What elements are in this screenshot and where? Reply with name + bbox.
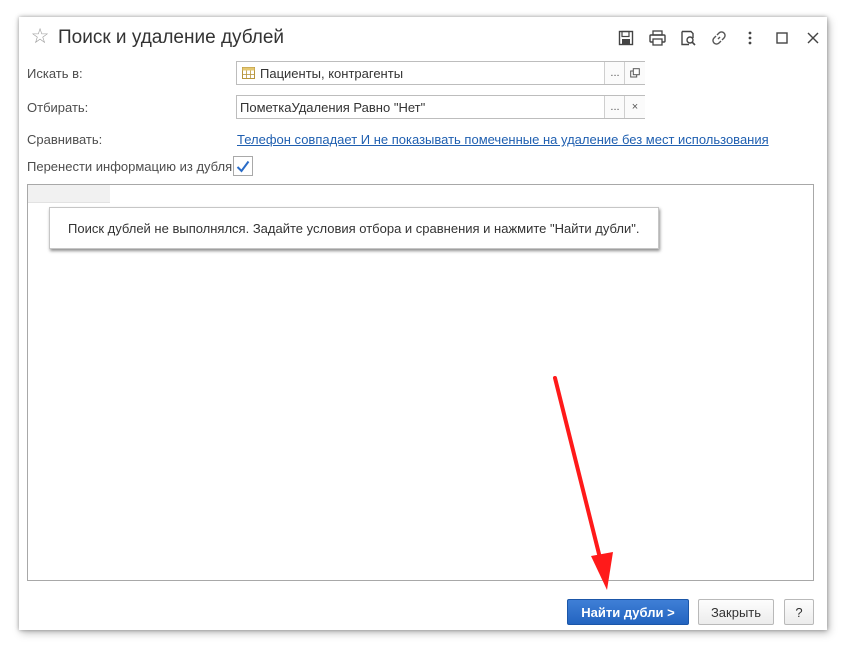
- checkmark-icon: [236, 160, 250, 173]
- link-icon[interactable]: [709, 28, 729, 48]
- results-panel-header: [28, 185, 110, 203]
- search-in-label: Искать в:: [27, 66, 83, 81]
- filter-value: ПометкаУдаления Равно "Нет": [240, 100, 426, 115]
- search-in-select-button[interactable]: ...: [604, 62, 625, 84]
- star-icon[interactable]: ☆: [29, 26, 51, 48]
- search-in-field[interactable]: Пациенты, контрагенты ...: [236, 61, 645, 85]
- info-message-text: Поиск дублей не выполнялся. Задайте усло…: [68, 221, 640, 236]
- more-icon[interactable]: [740, 28, 760, 48]
- window-title: Поиск и удаление дублей: [58, 27, 285, 48]
- transfer-info-checkbox[interactable]: [233, 156, 253, 176]
- maximize-icon[interactable]: [772, 28, 792, 48]
- info-message: Поиск дублей не выполнялся. Задайте усло…: [49, 207, 659, 249]
- close-button[interactable]: Закрыть: [698, 599, 774, 625]
- transfer-info-label: Перенести информацию из дубля:: [27, 159, 236, 174]
- clear-icon[interactable]: ×: [624, 96, 645, 118]
- find-duplicates-button[interactable]: Найти дубли >: [567, 599, 689, 625]
- compare-label: Сравнивать:: [27, 132, 103, 147]
- open-icon[interactable]: [624, 62, 645, 84]
- results-panel[interactable]: Поиск дублей не выполнялся. Задайте усло…: [27, 184, 814, 581]
- filter-field[interactable]: ПометкаУдаления Равно "Нет" ... ×: [236, 95, 645, 119]
- filter-select-button[interactable]: ...: [604, 96, 625, 118]
- save-icon[interactable]: [616, 28, 636, 48]
- dialog-window: ☆ Поиск и удаление дублей Искать в: Паци…: [19, 17, 827, 630]
- help-button[interactable]: ?: [784, 599, 814, 625]
- close-icon[interactable]: [803, 28, 823, 48]
- compare-conditions-link[interactable]: Телефон совпадает И не показывать помече…: [237, 132, 769, 147]
- title-bar: ☆ Поиск и удаление дублей: [19, 17, 827, 59]
- table-icon: [242, 67, 255, 82]
- print-icon[interactable]: [647, 28, 667, 48]
- filter-label: Отбирать:: [27, 100, 89, 115]
- search-in-value: Пациенты, контрагенты: [260, 66, 404, 81]
- preview-icon[interactable]: [678, 28, 698, 48]
